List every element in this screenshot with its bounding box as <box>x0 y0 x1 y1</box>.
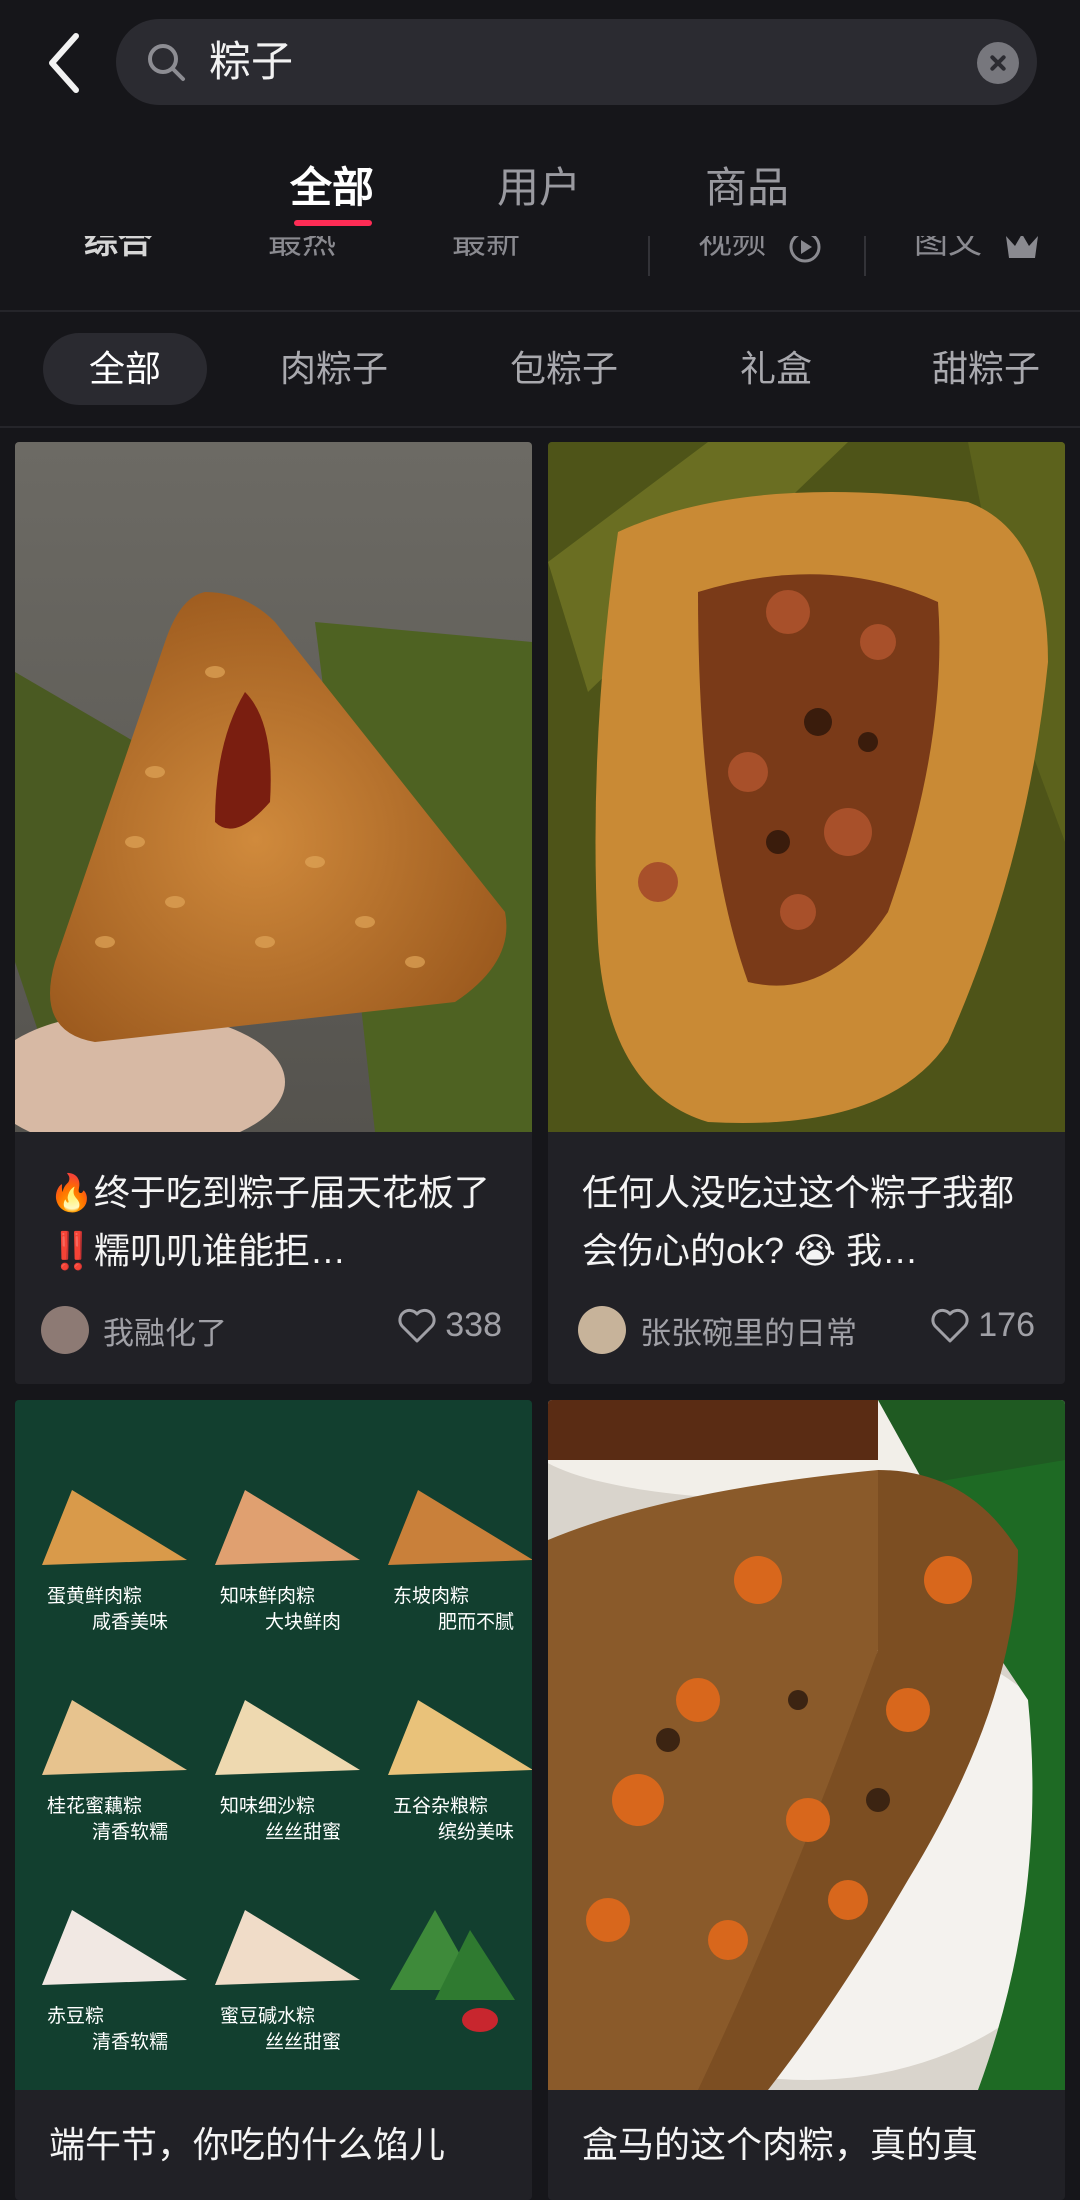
menu-item-name: 赤豆粽 <box>47 2005 104 2027</box>
tab-users[interactable]: 用户 <box>497 160 581 216</box>
chevron-left-icon <box>49 33 79 93</box>
menu-item-name: 桂花蜜藕粽 <box>47 1795 142 1817</box>
menu-item-name: 五谷杂粮粽 <box>393 1795 488 1817</box>
post-image <box>548 442 1065 1132</box>
menu-item-desc: 丝丝甜蜜 <box>265 1821 341 1843</box>
post-image <box>548 1400 1065 2090</box>
menu-item-desc: 清香软糯 <box>92 1821 168 1843</box>
menu-item-name: 知味鲜肉粽 <box>220 1585 315 1607</box>
play-icon <box>789 236 821 263</box>
post-author[interactable]: 张张碗里的日常 <box>578 1306 857 1354</box>
author-name: 张张碗里的日常 <box>640 1315 857 1351</box>
search-query: 粽子 <box>209 38 294 85</box>
like-button[interactable]: 338 <box>397 1306 502 1345</box>
post-title: 盒马的这个肉粽，真的真 <box>582 2124 979 2165</box>
sort-comprehensive[interactable]: 综合 <box>84 236 152 263</box>
tab-all[interactable]: 全部 <box>290 160 374 216</box>
search-input[interactable]: 粽子 <box>116 19 1037 105</box>
clear-icon[interactable] <box>977 42 1019 84</box>
divider <box>0 426 1080 428</box>
menu-item-desc: 丝丝甜蜜 <box>265 2031 341 2053</box>
heart-icon <box>931 1308 969 1342</box>
avatar <box>41 1306 89 1354</box>
sort-image-text[interactable]: 图文 <box>914 236 982 263</box>
post-title: 🔥终于吃到粽子届天花板了 ‼️糯叽叽谁能拒… <box>49 1172 490 1271</box>
sort-bar: 综合 最热 最新 视频 图文 <box>0 236 1080 276</box>
avatar <box>578 1306 626 1354</box>
filter-chip-meat[interactable]: 肉粽子 <box>280 333 388 405</box>
menu-item-name: 知味细沙粽 <box>220 1795 315 1817</box>
filter-chip-sweet[interactable]: 甜粽子 <box>932 333 1040 405</box>
post-card[interactable]: 蛋黄鲜肉粽咸香美味 知味鲜肉粽大块鲜肉 东坡肉粽肥而不腻桂花蜜藕粽清香软糯 知味细沙粽… <box>15 1400 532 2200</box>
post-title: 任何人没吃过这个粽子我都会伤心的ok? 😭 我… <box>582 1172 1015 1271</box>
like-button[interactable]: 176 <box>930 1306 1035 1345</box>
post-image <box>15 442 532 1132</box>
post-title: 端午节，你吃的什么馅儿 <box>49 2124 446 2165</box>
tab-products[interactable]: 商品 <box>705 160 789 216</box>
crown-icon <box>1006 236 1038 258</box>
filter-chip-wrap[interactable]: 包粽子 <box>510 333 618 405</box>
menu-item-desc: 清香软糯 <box>92 2031 168 2053</box>
search-icon <box>148 44 185 81</box>
sort-video[interactable]: 视频 <box>698 236 766 263</box>
post-card[interactable]: 盒马的这个肉粽，真的真 <box>548 1400 1065 2200</box>
divider <box>0 310 1080 312</box>
heart-icon <box>398 1308 436 1342</box>
menu-item-desc: 大块鲜肉 <box>265 1611 341 1633</box>
active-tab-indicator <box>294 220 372 226</box>
menu-item-desc: 缤纷美味 <box>438 1821 514 1843</box>
like-count: 176 <box>978 1306 1035 1344</box>
menu-item-desc: 咸香美味 <box>92 1611 168 1633</box>
filter-chip-giftbox[interactable]: 礼盒 <box>740 333 812 405</box>
filter-chip-all[interactable]: 全部 <box>43 333 207 405</box>
menu-item-desc: 肥而不腻 <box>438 1611 514 1633</box>
sort-hottest[interactable]: 最热 <box>268 236 336 263</box>
sort-newest[interactable]: 最新 <box>452 236 520 263</box>
menu-item-name: 东坡肉粽 <box>393 1585 469 1607</box>
author-name: 我融化了 <box>103 1315 227 1351</box>
post-card[interactable]: 🔥终于吃到粽子届天花板了 ‼️糯叽叽谁能拒… 我融化了 338 <box>15 442 532 1384</box>
post-author[interactable]: 我融化了 <box>41 1306 227 1354</box>
menu-item-name: 蛋黄鲜肉粽 <box>47 1585 142 1607</box>
like-count: 338 <box>445 1306 502 1344</box>
back-button[interactable] <box>42 28 86 98</box>
post-card[interactable]: 任何人没吃过这个粽子我都会伤心的ok? 😭 我… 张张碗里的日常 176 <box>548 442 1065 1384</box>
menu-item-name: 蜜豆碱水粽 <box>220 2005 315 2027</box>
post-image: 蛋黄鲜肉粽咸香美味 知味鲜肉粽大块鲜肉 东坡肉粽肥而不腻桂花蜜藕粽清香软糯 知味细沙粽… <box>15 1400 532 2090</box>
